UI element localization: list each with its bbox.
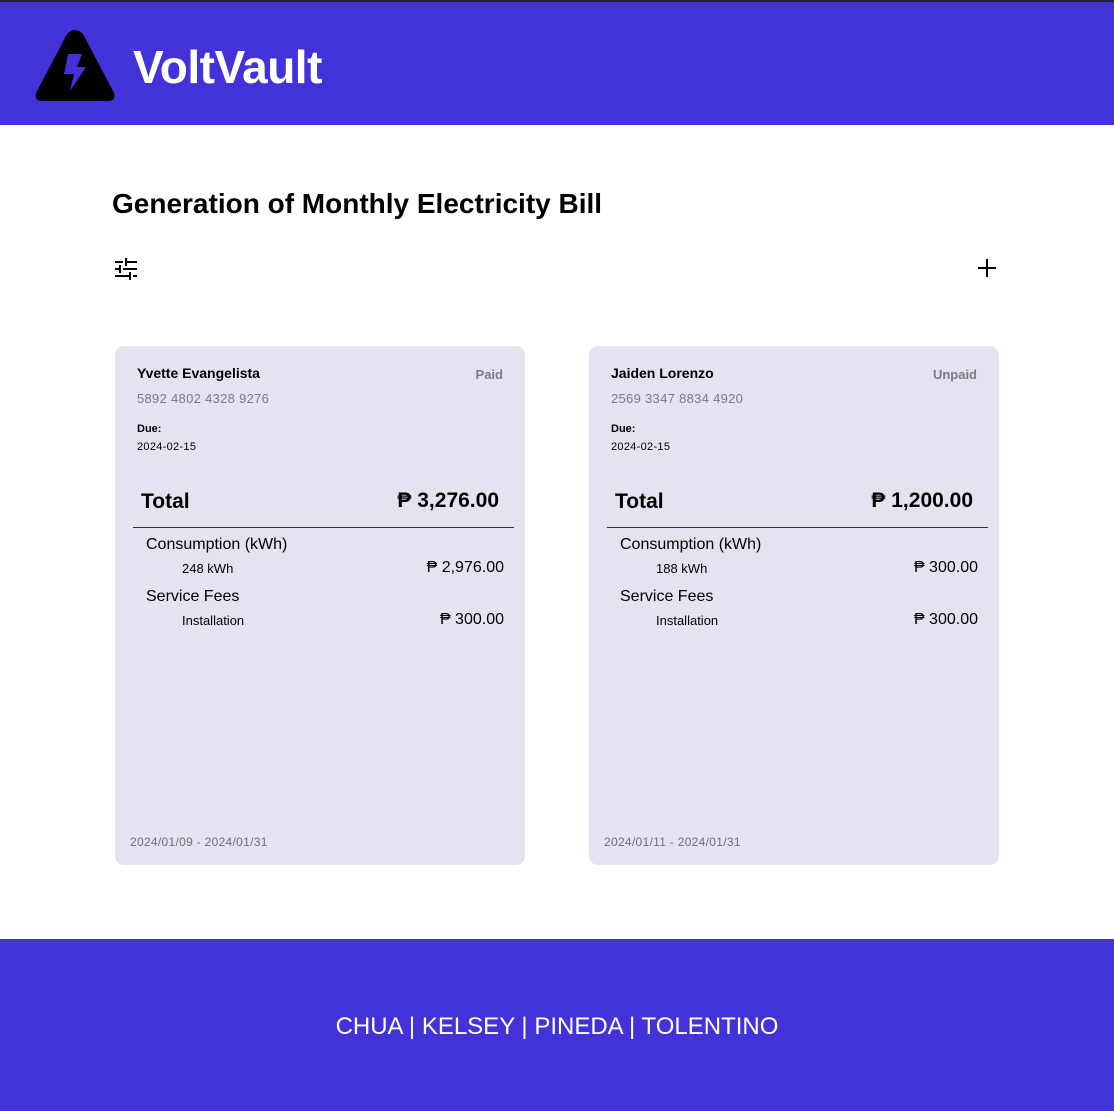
due-date: 2024-02-15 (611, 441, 671, 453)
total-label: Total (615, 490, 664, 513)
status-badge: Paid (475, 367, 503, 382)
footer: CHUA | KELSEY | PINEDA | TOLENTINO (0, 939, 1114, 1111)
status-badge: Unpaid (932, 367, 977, 382)
account-number: 2569 3347 8834 4920 (611, 391, 744, 406)
consumption-label: Consumption (kWh) (620, 536, 762, 553)
lightning-warning-icon (35, 30, 115, 101)
customer-name: Yvette Evangelista (137, 365, 260, 381)
header: VoltVault (0, 0, 1114, 125)
sliders-icon[interactable] (114, 257, 138, 281)
page-title: Generation of Monthly Electricity Bill (112, 188, 603, 219)
total-amount: ₱ 1,200.00 (871, 489, 973, 512)
bill-card[interactable]: Jaiden Lorenzo Unpaid 2569 3347 8834 492… (589, 346, 999, 865)
footer-credits: CHUA | KELSEY | PINEDA | TOLENTINO (335, 1013, 779, 1040)
service-amount: ₱ 300.00 (913, 611, 978, 628)
customer-name: Jaiden Lorenzo (611, 365, 714, 381)
bill-card[interactable]: Yvette Evangelista Paid 5892 4802 4328 9… (115, 346, 525, 865)
consumption-kwh: 188 kWh (656, 561, 708, 576)
due-label: Due: (611, 423, 636, 435)
service-fees-label: Service Fees (620, 588, 714, 605)
billing-period: 2024/01/11 - 2024/01/31 (604, 835, 741, 849)
total-amount: ₱ 3,276.00 (397, 489, 499, 512)
due-date: 2024-02-15 (137, 441, 197, 453)
service-amount: ₱ 300.00 (439, 611, 504, 628)
divider (607, 527, 988, 528)
service-fees-label: Service Fees (146, 588, 240, 605)
billing-period: 2024/01/09 - 2024/01/31 (130, 835, 268, 849)
service-item: Installation (656, 613, 719, 628)
consumption-kwh: 248 kWh (182, 561, 234, 576)
consumption-amount: ₱ 2,976.00 (426, 559, 504, 576)
consumption-label: Consumption (kWh) (146, 536, 288, 553)
due-label: Due: (137, 423, 162, 435)
total-label: Total (141, 490, 190, 513)
brand-name: VoltVault (133, 41, 322, 93)
consumption-amount: ₱ 300.00 (913, 559, 978, 576)
plus-icon[interactable] (975, 256, 999, 280)
divider (133, 527, 514, 528)
account-number: 5892 4802 4328 9276 (137, 391, 270, 406)
service-item: Installation (182, 613, 245, 628)
